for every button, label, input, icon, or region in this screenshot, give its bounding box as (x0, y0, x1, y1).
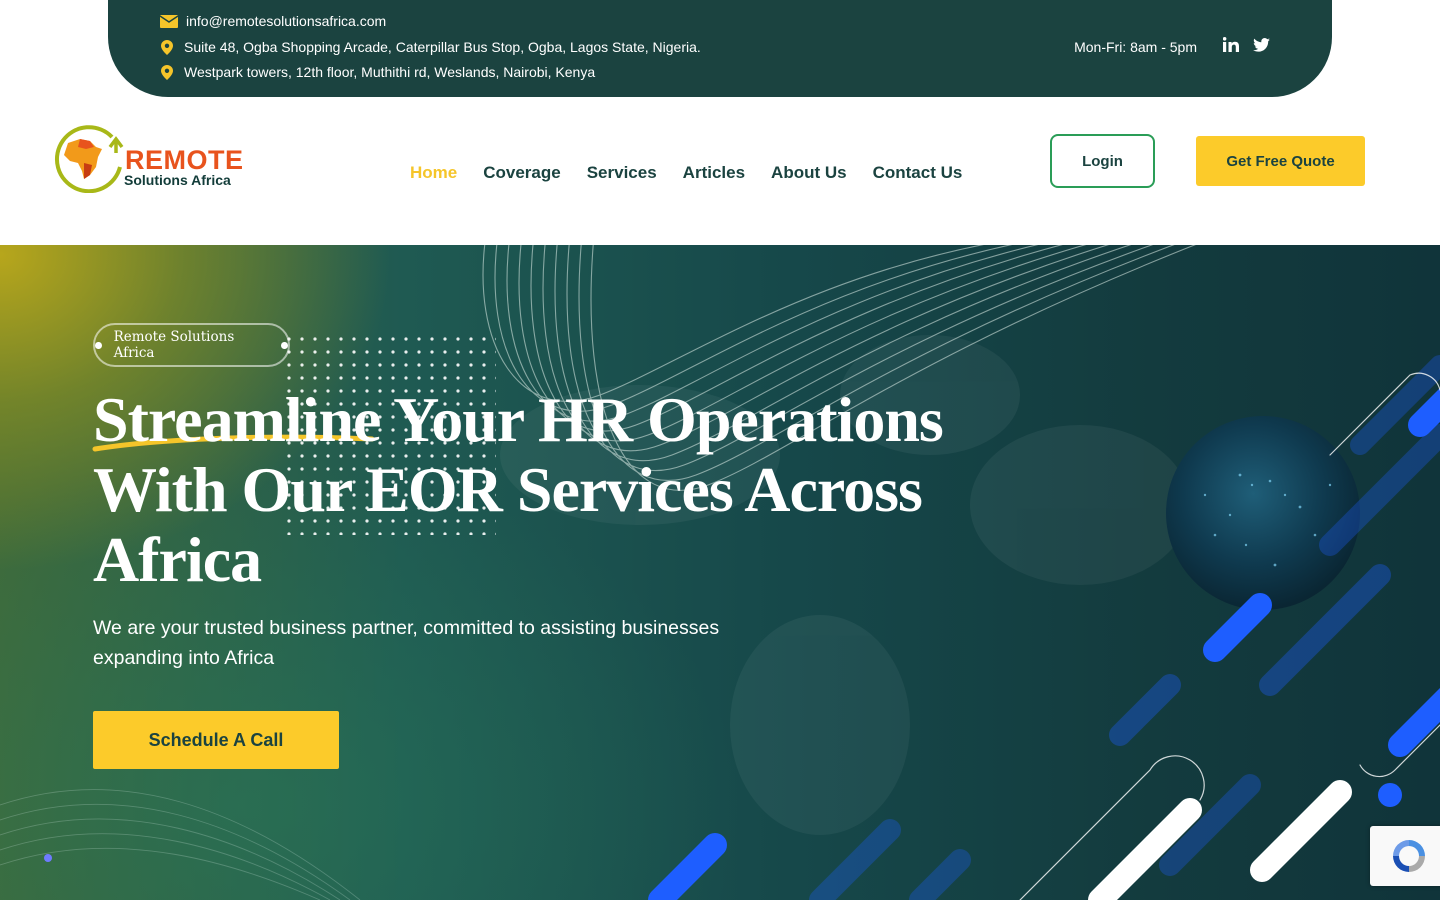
map-pin-icon (156, 39, 178, 55)
hero-tag-label: Remote Solutions Africa (113, 329, 235, 361)
linkedin-icon[interactable] (1223, 37, 1239, 52)
address-nairobi-text: Westpark towers, 12th floor, Muthithi rd… (184, 64, 596, 80)
email-text[interactable]: info@remotesolutionsafrica.com (186, 13, 386, 29)
logo[interactable]: REMOTE Solutions Africa (50, 123, 260, 193)
nav-item-services[interactable]: Services (587, 163, 657, 183)
recaptcha-badge[interactable] (1370, 826, 1440, 886)
get-free-quote-button[interactable]: Get Free Quote (1196, 136, 1365, 186)
hero-subtext: We are your trusted business partner, co… (93, 617, 720, 669)
twitter-icon[interactable] (1253, 37, 1270, 52)
nav-item-coverage[interactable]: Coverage (483, 163, 560, 183)
nav-item-home[interactable]: Home (410, 163, 457, 183)
email-row[interactable]: info@remotesolutionsafrica.com (158, 13, 386, 29)
nav-item-articles[interactable]: Articles (683, 163, 745, 183)
schedule-call-button[interactable]: Schedule A Call (93, 711, 339, 769)
nav-item-contact-us[interactable]: Contact Us (873, 163, 963, 183)
social-links (1223, 37, 1270, 52)
nav-item-about-us[interactable]: About Us (771, 163, 847, 183)
hero-tag-pill: Remote Solutions Africa (93, 323, 290, 367)
main-nav: Home Coverage Services Articles About Us… (410, 163, 962, 183)
pill-dot-right (281, 341, 288, 349)
address-lagos-text: Suite 48, Ogba Shopping Arcade, Caterpil… (184, 39, 701, 55)
map-pin-icon (156, 64, 178, 80)
page: info@remotesolutionsafrica.com Suite 48,… (0, 0, 1440, 900)
envelope-icon (158, 14, 180, 28)
hero-headline-line-3: Africa (93, 524, 262, 595)
login-button[interactable]: Login (1050, 134, 1155, 188)
recaptcha-icon (1393, 840, 1425, 872)
hero-headline-line-2: With Our EOR Services Across (93, 454, 923, 525)
top-info-bar: info@remotesolutionsafrica.com Suite 48,… (108, 0, 1332, 97)
address-row-nairobi: Westpark towers, 12th floor, Muthithi rd… (156, 64, 595, 80)
hero-headline: Streamline Your HR Operations With Our E… (93, 385, 973, 595)
africa-globe-logo-icon (54, 125, 124, 193)
hero-headline-line-1: Streamline Your HR Operations (93, 384, 944, 455)
logo-wordmark-solutions-africa: Solutions Africa (124, 172, 231, 188)
hero-section: Remote Solutions Africa Streamline Your … (0, 245, 1440, 900)
business-hours: Mon-Fri: 8am - 5pm (1074, 39, 1197, 55)
site-header: REMOTE Solutions Africa Home Coverage Se… (0, 97, 1440, 245)
pill-dot-left (95, 341, 102, 349)
address-row-lagos: Suite 48, Ogba Shopping Arcade, Caterpil… (156, 39, 701, 55)
